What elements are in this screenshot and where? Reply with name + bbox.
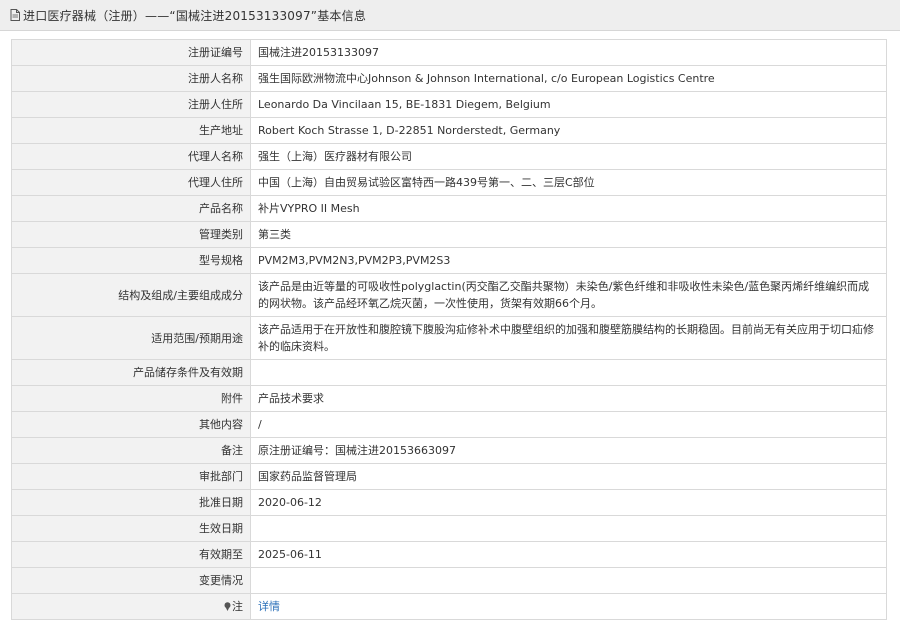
row-label: 变更情况 (11, 567, 251, 594)
table-row: 代理人名称 强生（上海）医疗器材有限公司 (11, 143, 887, 170)
table-row: 注册人住所 Leonardo Da Vincilaan 15, BE-1831 … (11, 91, 887, 118)
row-label: 附件 (11, 385, 251, 412)
note-label-cell: 注 (11, 593, 251, 620)
row-label: 注册人名称 (11, 65, 251, 92)
note-label: 注 (232, 600, 243, 613)
row-value (250, 515, 887, 542)
pin-icon (224, 602, 231, 611)
row-label: 审批部门 (11, 463, 251, 490)
table-row: 生效日期 (11, 515, 887, 542)
row-value: 2025-06-11 (250, 541, 887, 568)
row-value: 补片VYPRO II Mesh (250, 195, 887, 222)
row-value (250, 567, 887, 594)
row-value: PVM2M3,PVM2N3,PVM2P3,PVM2S3 (250, 247, 887, 274)
row-label: 产品储存条件及有效期 (11, 359, 251, 386)
table-row: 批准日期 2020-06-12 (11, 489, 887, 516)
table-row: 附件 产品技术要求 (11, 385, 887, 412)
row-value: Robert Koch Strasse 1, D-22851 Norderste… (250, 117, 887, 144)
row-value: 产品技术要求 (250, 385, 887, 412)
table-row: 其他内容 / (11, 411, 887, 438)
table-row: 管理类别 第三类 (11, 221, 887, 248)
table-row: 适用范围/预期用途 该产品适用于在开放性和腹腔镜下腹股沟疝修补术中腹壁组织的加强… (11, 316, 887, 360)
row-label: 结构及组成/主要组成成分 (11, 273, 251, 317)
note-row: 注 详情 (11, 593, 887, 620)
row-value (250, 359, 887, 386)
details-link[interactable]: 详情 (258, 600, 280, 613)
row-value: / (250, 411, 887, 438)
table-row: 变更情况 (11, 567, 887, 594)
row-value: 第三类 (250, 221, 887, 248)
table-row: 备注 原注册证编号：国械注进20153663097 (11, 437, 887, 464)
row-value: 2020-06-12 (250, 489, 887, 516)
row-label: 备注 (11, 437, 251, 464)
row-label: 型号规格 (11, 247, 251, 274)
row-value: 原注册证编号：国械注进20153663097 (250, 437, 887, 464)
row-label: 注册证编号 (11, 39, 251, 66)
row-value: Leonardo Da Vincilaan 15, BE-1831 Diegem… (250, 91, 887, 118)
table-row: 生产地址 Robert Koch Strasse 1, D-22851 Nord… (11, 117, 887, 144)
table-row: 代理人住所 中国（上海）自由贸易试验区富特西一路439号第一、二、三层C部位 (11, 169, 887, 196)
row-value: 该产品是由近等量的可吸收性polyglactin(丙交酯乙交酯共聚物）未染色/紫… (250, 273, 887, 317)
row-label: 管理类别 (11, 221, 251, 248)
page-header: 进口医疗器械（注册）——“国械注进20153133097”基本信息 (0, 0, 900, 31)
table-row: 产品储存条件及有效期 (11, 359, 887, 386)
row-label: 注册人住所 (11, 91, 251, 118)
row-label: 代理人名称 (11, 143, 251, 170)
table-row: 审批部门 国家药品监督管理局 (11, 463, 887, 490)
row-label: 有效期至 (11, 541, 251, 568)
device-info-table: 注册证编号 国械注进20153133097 注册人名称 强生国际欧洲物流中心Jo… (11, 39, 887, 620)
row-label: 批准日期 (11, 489, 251, 516)
row-value: 强生国际欧洲物流中心Johnson & Johnson Internationa… (250, 65, 887, 92)
table-row: 结构及组成/主要组成成分 该产品是由近等量的可吸收性polyglactin(丙交… (11, 273, 887, 317)
table-row: 产品名称 补片VYPRO II Mesh (11, 195, 887, 222)
row-label: 生产地址 (11, 117, 251, 144)
table-row: 型号规格 PVM2M3,PVM2N3,PVM2P3,PVM2S3 (11, 247, 887, 274)
row-label: 代理人住所 (11, 169, 251, 196)
note-value-cell: 详情 (250, 593, 887, 620)
row-label: 其他内容 (11, 411, 251, 438)
row-value: 国械注进20153133097 (250, 39, 887, 66)
row-label: 生效日期 (11, 515, 251, 542)
row-label: 适用范围/预期用途 (11, 316, 251, 360)
row-label: 产品名称 (11, 195, 251, 222)
row-value: 该产品适用于在开放性和腹腔镜下腹股沟疝修补术中腹壁组织的加强和腹壁筋膜结构的长期… (250, 316, 887, 360)
row-value: 国家药品监督管理局 (250, 463, 887, 490)
row-value: 强生（上海）医疗器材有限公司 (250, 143, 887, 170)
table-row: 注册人名称 强生国际欧洲物流中心Johnson & Johnson Intern… (11, 65, 887, 92)
table-row: 注册证编号 国械注进20153133097 (11, 39, 887, 66)
table-row: 有效期至 2025-06-11 (11, 541, 887, 568)
page-title: 进口医疗器械（注册）——“国械注进20153133097”基本信息 (23, 8, 367, 23)
document-icon (10, 9, 20, 21)
row-value: 中国（上海）自由贸易试验区富特西一路439号第一、二、三层C部位 (250, 169, 887, 196)
